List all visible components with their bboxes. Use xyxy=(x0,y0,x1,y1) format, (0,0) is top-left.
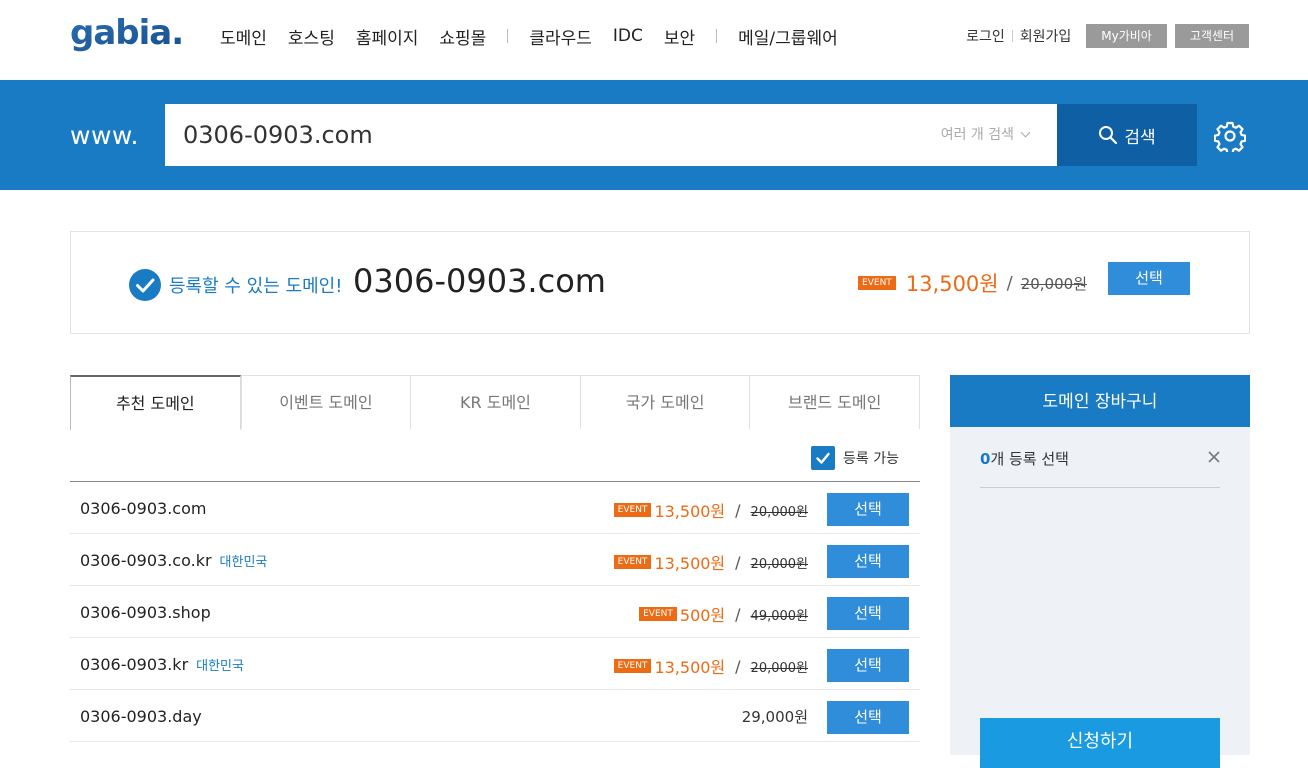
nav-cloud[interactable]: 클라우드 xyxy=(529,24,592,49)
tab-recommended[interactable]: 추천 도메인 xyxy=(70,375,241,430)
cart-count: 0개 등록 선택 xyxy=(980,448,1069,469)
nav-domain[interactable]: 도메인 xyxy=(220,24,267,49)
cart-divider xyxy=(980,487,1220,488)
table-row: 0306-0903.co.kr 대한민국 EVENT 13,500원 / 20,0… xyxy=(70,534,920,586)
event-badge: EVENT xyxy=(858,276,896,290)
original-price: 20,000원 xyxy=(750,660,808,676)
check-circle-icon xyxy=(129,269,161,301)
original-price: 20,000원 xyxy=(1020,274,1087,293)
main-nav: 도메인 호스팅 홈페이지 쇼핑몰 클라우드 IDC 보안 메일/그룹웨어 xyxy=(220,24,859,49)
domain-name: 0306-0903.day xyxy=(80,707,202,726)
sale-price: 13,500원 xyxy=(654,658,726,677)
tab-kr[interactable]: KR 도메인 xyxy=(410,375,580,429)
select-button[interactable]: 선택 xyxy=(827,493,909,526)
logo-text: gabia. xyxy=(70,14,183,53)
nav-hosting[interactable]: 호스팅 xyxy=(288,24,335,49)
search-icon xyxy=(1099,126,1118,145)
select-button[interactable]: 선택 xyxy=(827,701,909,734)
gabia-logo[interactable]: gabia. xyxy=(70,14,188,58)
search-box: 여러 개 검색 xyxy=(165,104,1057,166)
nav-divider xyxy=(716,29,718,43)
close-icon[interactable] xyxy=(1206,449,1222,465)
domain-price: 29,000원 xyxy=(742,706,808,727)
select-button[interactable]: 선택 xyxy=(827,545,909,578)
tab-event[interactable]: 이벤트 도메인 xyxy=(240,375,411,429)
mygabia-button[interactable]: My가비아 xyxy=(1086,24,1167,48)
result-price: EVENT 13,500원 / 20,000원 xyxy=(858,268,1087,298)
select-button[interactable]: 선택 xyxy=(827,649,909,682)
sale-price: 500원 xyxy=(679,606,726,625)
cart-count-suffix: 개 등록 선택 xyxy=(990,450,1069,468)
domain-price: EVENT 13,500원 / 20,000원 xyxy=(613,498,808,522)
utility-menu: 로그인 회원가입 My가비아 고객센터 xyxy=(966,24,1249,48)
price-separator: / xyxy=(735,552,741,572)
nav-idc[interactable]: IDC xyxy=(613,26,643,46)
table-row: 0306-0903.kr 대한민국 EVENT 13,500원 / 20,000원… xyxy=(70,638,920,690)
select-button[interactable]: 선택 xyxy=(827,597,909,630)
original-price: 49,000원 xyxy=(750,608,808,624)
sale-price: 13,500원 xyxy=(654,554,726,573)
multi-search-toggle[interactable]: 여러 개 검색 xyxy=(940,124,1031,144)
nav-homepage[interactable]: 홈페이지 xyxy=(356,24,419,49)
domain-name: 0306-0903.co.kr 대한민국 xyxy=(80,551,268,570)
available-filter-label: 등록 가능 xyxy=(843,451,899,467)
price-separator: / xyxy=(735,656,741,676)
cart-title: 도메인 장바구니 xyxy=(950,375,1250,427)
domain-name: 0306-0903.kr 대한민국 xyxy=(80,655,244,674)
www-prefix: www. xyxy=(70,121,139,150)
search-button-label: 검색 xyxy=(1124,127,1156,148)
domain-cart: 도메인 장바구니 0개 등록 선택 신청하기 xyxy=(950,375,1250,768)
event-badge: EVENT xyxy=(613,555,652,569)
sale-price: 13,500원 xyxy=(654,502,726,521)
domain-name: 0306-0903.com xyxy=(80,499,207,518)
availability-result: 등록할 수 있는 도메인! 0306-0903.com EVENT 13,500… xyxy=(70,231,1250,334)
domain-search-input[interactable] xyxy=(183,116,883,154)
available-checkbox[interactable] xyxy=(811,446,835,470)
util-divider xyxy=(1011,30,1013,42)
nav-shoppingmall[interactable]: 쇼핑몰 xyxy=(439,24,486,49)
country-tag: 대한민국 xyxy=(196,659,244,674)
select-button[interactable]: 선택 xyxy=(1108,262,1190,295)
nav-mail-groupware[interactable]: 메일/그룹웨어 xyxy=(738,24,838,49)
table-row: 0306-0903.day 29,000원 선택 xyxy=(70,690,920,742)
nav-divider xyxy=(507,29,509,43)
domain-price: EVENT 500원 / 49,000원 xyxy=(639,602,808,626)
event-badge: EVENT xyxy=(613,659,652,673)
price-separator: / xyxy=(735,604,741,624)
tab-brand[interactable]: 브랜드 도메인 xyxy=(749,375,920,429)
domain-price: EVENT 13,500원 / 20,000원 xyxy=(613,550,808,574)
available-filter: 등록 가능 xyxy=(811,446,899,470)
sale-price: 13,500원 xyxy=(905,272,999,296)
checkmark-icon xyxy=(816,452,830,464)
tab-country[interactable]: 국가 도메인 xyxy=(579,375,750,429)
domain-category-tabs: 추천 도메인 이벤트 도메인 KR 도메인 국가 도메인 브랜드 도메인 xyxy=(70,375,920,430)
original-price: 20,000원 xyxy=(750,556,808,572)
original-price: 20,000원 xyxy=(750,504,808,520)
price-separator: / xyxy=(1006,272,1013,294)
event-badge: EVENT xyxy=(613,503,652,517)
price-separator: / xyxy=(735,500,741,520)
domain-price: EVENT 13,500원 / 20,000원 xyxy=(613,654,808,678)
result-domain-name: 0306-0903.com xyxy=(353,262,606,300)
table-row: 0306-0903.shop EVENT 500원 / 49,000원 선택 xyxy=(70,586,920,638)
event-badge: EVENT xyxy=(639,607,677,621)
domain-name: 0306-0903.shop xyxy=(80,603,211,622)
login-link[interactable]: 로그인 xyxy=(966,26,1005,46)
top-header: gabia. 도메인 호스팅 홈페이지 쇼핑몰 클라우드 IDC 보안 메일/그… xyxy=(0,0,1308,80)
nav-security[interactable]: 보안 xyxy=(664,24,695,49)
chevron-down-icon xyxy=(1020,127,1031,138)
country-tag: 대한민국 xyxy=(219,555,268,570)
search-button[interactable]: 검색 xyxy=(1057,104,1197,166)
availability-message: 등록할 수 있는 도메인! xyxy=(169,276,343,297)
apply-button[interactable]: 신청하기 xyxy=(980,718,1220,768)
multi-search-label: 여러 개 검색 xyxy=(940,127,1014,143)
regular-price: 29,000원 xyxy=(741,708,808,726)
cart-count-number: 0 xyxy=(980,450,991,468)
gear-icon[interactable] xyxy=(1214,120,1246,152)
search-band: www. 여러 개 검색 검색 xyxy=(0,80,1308,190)
signup-link[interactable]: 회원가입 xyxy=(1020,26,1072,46)
domain-list: 0306-0903.com EVENT 13,500원 / 20,000원 선택… xyxy=(70,481,920,742)
table-row: 0306-0903.com EVENT 13,500원 / 20,000원 선택 xyxy=(70,482,920,534)
support-button[interactable]: 고객센터 xyxy=(1174,24,1249,48)
